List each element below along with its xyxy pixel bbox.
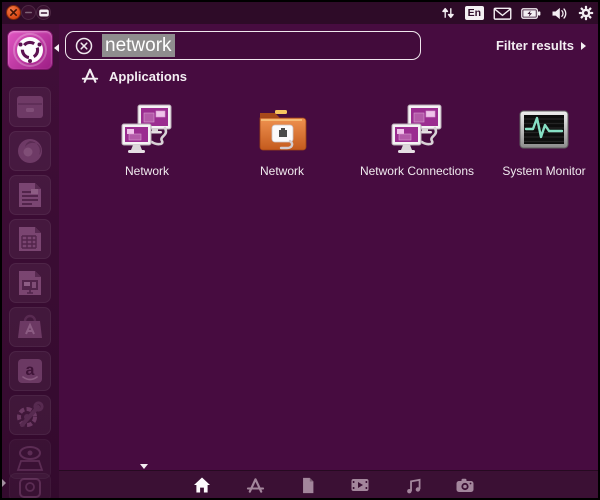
document-icon [303, 477, 314, 493]
network-folder-icon [254, 101, 310, 161]
minimize-icon [24, 11, 33, 14]
system-settings-icon [17, 401, 44, 427]
amazon-icon: a [18, 359, 42, 383]
files-icon [17, 96, 43, 118]
filter-expand-arrow-icon [581, 41, 586, 50]
result-label: Network [124, 164, 169, 178]
result-network-connections[interactable]: Network Connections [352, 101, 482, 178]
launcher-item-firefox[interactable] [9, 131, 51, 171]
close-icon [9, 8, 18, 17]
result-label: System Monitor [502, 164, 586, 178]
applications-lens-icon [246, 477, 264, 493]
lens-applications[interactable] [244, 474, 266, 496]
maximize-icon [38, 9, 49, 16]
launcher-item-ubuntu-dash[interactable] [7, 30, 53, 70]
filter-results-button[interactable]: Filter results [496, 38, 586, 53]
lens-files[interactable] [297, 474, 319, 496]
libreoffice-calc-icon [19, 227, 41, 251]
battery-icon [521, 7, 541, 19]
session-menu[interactable] [578, 5, 594, 21]
circled-x-icon [75, 37, 93, 54]
dash-open-arrow-icon [54, 44, 59, 52]
lens-video[interactable] [349, 474, 371, 496]
result-label: Network [259, 164, 304, 178]
launcher-item-files[interactable] [9, 87, 51, 127]
launcher-item-libreoffice-writer[interactable] [9, 175, 51, 215]
clear-search-button[interactable] [75, 37, 93, 55]
home-icon [194, 477, 210, 493]
ubuntu-logo-icon [13, 33, 47, 67]
lens-bar [59, 470, 598, 498]
ubuntu-unity-dash-screen: En a network Filter results Applications… [0, 0, 600, 500]
applications-section-header[interactable]: Applications [81, 67, 187, 85]
network-monitors-icon [119, 101, 175, 161]
launcher-running-arrow-icon [2, 479, 6, 487]
volume-icon [552, 7, 567, 19]
svg-text:a: a [26, 362, 35, 379]
music-notes-icon [406, 478, 420, 493]
lens-music[interactable] [402, 474, 424, 496]
camera-icon [456, 478, 474, 492]
close-button[interactable] [6, 5, 21, 20]
maximize-button[interactable] [36, 5, 51, 20]
section-title: Applications [109, 68, 188, 84]
result-network-folder[interactable]: Network [217, 101, 347, 178]
mail-indicator[interactable] [493, 6, 512, 21]
workspace-switcher-icon [16, 446, 44, 471]
software-center-icon [18, 314, 42, 338]
result-network-app[interactable]: Network [82, 101, 212, 178]
filter-results-label: Filter results [495, 38, 574, 53]
system-monitor-icon [516, 101, 572, 161]
lens-home[interactable] [191, 474, 213, 496]
network-monitors-icon [389, 101, 445, 161]
applications-lens-icon [81, 68, 99, 83]
video-icon [351, 479, 369, 491]
libreoffice-impress-icon [19, 271, 41, 295]
gear-icon [578, 5, 594, 21]
launcher-item-libreoffice-impress[interactable] [9, 263, 51, 303]
minimize-button[interactable] [21, 5, 36, 20]
system-tray: En [440, 2, 594, 24]
volume-indicator[interactable] [551, 6, 569, 21]
dash-overlay: network Filter results Applications Netw… [59, 24, 598, 498]
launcher-item-amazon[interactable]: a [9, 351, 51, 391]
updown-arrows-icon [441, 7, 454, 19]
battery-indicator[interactable] [521, 6, 542, 21]
launcher-item-libreoffice-calc[interactable] [9, 219, 51, 259]
launcher-item-software-center[interactable] [9, 307, 51, 347]
launcher-item-trash[interactable] [9, 473, 51, 498]
top-panel: En [2, 2, 598, 24]
window-controls [6, 5, 51, 20]
search-box[interactable]: network [65, 31, 421, 60]
libreoffice-writer-icon [19, 183, 41, 207]
result-label: Network Connections [359, 164, 475, 178]
keyboard-layout-indicator[interactable]: En [464, 6, 484, 20]
network-sync-indicator[interactable] [440, 5, 456, 21]
launcher: a [2, 24, 59, 498]
lens-photos[interactable] [454, 474, 476, 496]
trash-icon [19, 477, 41, 498]
result-system-monitor[interactable]: System Monitor [484, 101, 598, 178]
mail-icon [493, 7, 512, 20]
launcher-item-system-settings[interactable] [9, 395, 51, 435]
search-input[interactable]: network [102, 34, 175, 57]
firefox-icon [18, 139, 42, 163]
active-lens-caret-icon [140, 464, 148, 469]
